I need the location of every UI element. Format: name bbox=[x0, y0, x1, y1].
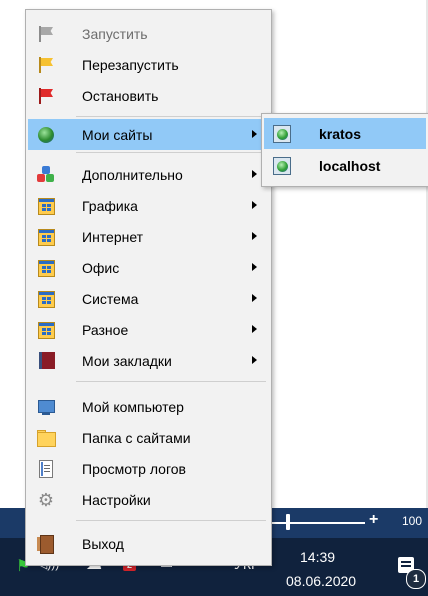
menu-separator bbox=[76, 520, 266, 521]
red-flag-icon bbox=[37, 87, 55, 105]
submenu-item-localhost[interactable]: localhost bbox=[264, 150, 426, 181]
menu-item-label: Графика bbox=[82, 198, 138, 214]
menu-separator bbox=[76, 381, 266, 382]
globe-icon bbox=[37, 126, 55, 144]
menu-item-bookmarks[interactable]: Мои закладки bbox=[28, 345, 269, 376]
menu-item-graphics[interactable]: Графика bbox=[28, 190, 269, 221]
menu-item-label: Офис bbox=[82, 260, 120, 276]
program-group-icon bbox=[37, 228, 55, 246]
program-group-icon bbox=[37, 321, 55, 339]
menu-item-sites-folder[interactable]: Папка с сайтами bbox=[28, 422, 269, 453]
submenu-item-kratos[interactable]: kratos bbox=[264, 118, 426, 149]
submenu-arrow-icon bbox=[252, 130, 257, 138]
menu-item-start[interactable]: Запустить bbox=[28, 18, 269, 49]
menu-item-exit[interactable]: Выход bbox=[28, 528, 269, 559]
menu-item-label: Дополнительно bbox=[82, 167, 183, 183]
bookmark-book-icon bbox=[37, 352, 55, 370]
clock-date[interactable]: 08.06.2020 bbox=[286, 573, 356, 589]
menu-item-label: Мой компьютер bbox=[82, 399, 184, 415]
volume-value: 100 bbox=[402, 514, 423, 528]
volume-slider-thumb[interactable] bbox=[286, 514, 290, 530]
menu-item-restart[interactable]: Перезапустить bbox=[28, 49, 269, 80]
menu-item-additional[interactable]: Дополнительно bbox=[28, 159, 269, 190]
site-globe-icon bbox=[273, 157, 291, 175]
menu-item-label: Система bbox=[82, 291, 139, 307]
plus-icon[interactable]: + bbox=[369, 511, 378, 529]
menu-item-label: Остановить bbox=[82, 88, 159, 104]
menu-item-label: Папка с сайтами bbox=[82, 430, 191, 446]
submenu-arrow-icon bbox=[252, 232, 257, 240]
menu-item-label: Настройки bbox=[82, 492, 151, 508]
menu-item-settings[interactable]: ⚙ Настройки bbox=[28, 484, 269, 515]
blocks-icon bbox=[37, 166, 55, 184]
program-group-icon bbox=[37, 197, 55, 215]
context-menu: Запустить Перезапустить Остановить Мои с… bbox=[25, 9, 272, 566]
menu-item-label: Интернет bbox=[82, 229, 144, 245]
menu-item-my-computer[interactable]: Мой компьютер bbox=[28, 391, 269, 422]
menu-item-stop[interactable]: Остановить bbox=[28, 80, 269, 111]
menu-item-label: Выход bbox=[82, 536, 124, 552]
submenu-item-label: localhost bbox=[319, 158, 381, 174]
submenu-arrow-icon bbox=[252, 325, 257, 333]
clock-time[interactable]: 14:39 bbox=[300, 549, 335, 565]
computer-icon bbox=[37, 398, 55, 416]
submenu-arrow-icon bbox=[252, 356, 257, 364]
program-group-icon bbox=[37, 290, 55, 308]
menu-item-label: Мои закладки bbox=[82, 353, 172, 369]
submenu-arrow-icon bbox=[252, 263, 257, 271]
menu-item-label: Запустить bbox=[82, 26, 148, 42]
log-icon bbox=[37, 460, 55, 478]
yellow-flag-icon bbox=[37, 56, 55, 74]
submenu-arrow-icon bbox=[252, 170, 257, 178]
submenu-arrow-icon bbox=[252, 294, 257, 302]
menu-item-internet[interactable]: Интернет bbox=[28, 221, 269, 252]
menu-item-label: Разное bbox=[82, 322, 129, 338]
menu-item-misc[interactable]: Разное bbox=[28, 314, 269, 345]
menu-separator bbox=[76, 116, 266, 117]
exit-door-icon bbox=[37, 535, 55, 554]
menu-item-my-sites[interactable]: Мои сайты bbox=[28, 119, 269, 150]
submenu-item-label: kratos bbox=[319, 126, 362, 142]
menu-item-label: Просмотр логов bbox=[82, 461, 186, 477]
my-sites-submenu: kratos localhost bbox=[261, 113, 428, 187]
folder-icon bbox=[37, 429, 56, 447]
menu-item-label: Перезапустить bbox=[82, 57, 179, 73]
action-center-count: 1 bbox=[406, 569, 426, 589]
menu-item-view-logs[interactable]: Просмотр логов bbox=[28, 453, 269, 484]
menu-item-system[interactable]: Система bbox=[28, 283, 269, 314]
menu-item-office[interactable]: Офис bbox=[28, 252, 269, 283]
gear-icon: ⚙ bbox=[37, 490, 55, 510]
menu-separator bbox=[76, 152, 266, 153]
menu-item-label: Мои сайты bbox=[82, 127, 153, 143]
site-globe-icon bbox=[273, 125, 291, 143]
submenu-arrow-icon bbox=[252, 201, 257, 209]
gray-flag-icon bbox=[37, 25, 55, 43]
program-group-icon bbox=[37, 259, 55, 277]
